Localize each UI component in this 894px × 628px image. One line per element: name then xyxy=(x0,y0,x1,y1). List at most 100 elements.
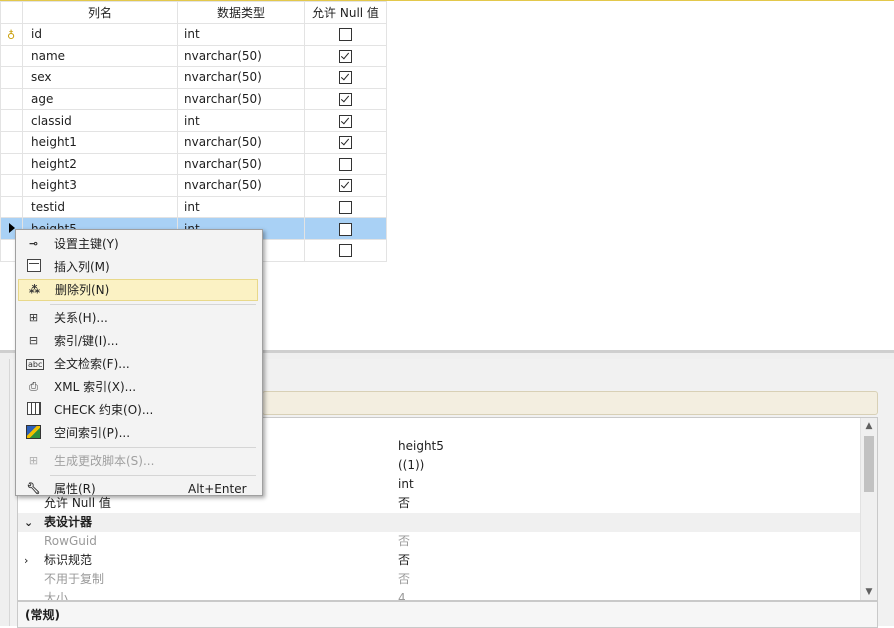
menu-item[interactable]: 插入列(M) xyxy=(18,256,258,278)
column-name-cell[interactable]: height1 xyxy=(22,130,178,154)
column-name-cell[interactable]: testid xyxy=(22,195,178,219)
column-row[interactable]: height1 nvarchar(50) xyxy=(0,130,387,154)
property-row[interactable]: 大小 4 xyxy=(18,589,860,601)
header-column-name[interactable]: 列名 xyxy=(22,1,178,24)
property-value[interactable]: 4 xyxy=(398,589,406,600)
scroll-up-icon[interactable]: ▲ xyxy=(861,418,877,434)
property-name: 表设计器 xyxy=(44,515,93,529)
menu-item[interactable]: CHECK 约束(O)... xyxy=(18,399,258,421)
row-selector[interactable] xyxy=(0,195,23,219)
menu-item[interactable]: ⎙ XML 索引(X)... xyxy=(18,376,258,398)
menu-item[interactable]: ⁂ 删除列(N) xyxy=(18,279,258,301)
property-row[interactable]: RowGuid 否 xyxy=(18,532,860,551)
fulltext-icon: abc xyxy=(26,359,45,370)
column-row[interactable]: sex nvarchar(50) xyxy=(0,66,387,89)
index-key-icon: ⊟ xyxy=(28,334,39,347)
data-type-cell[interactable]: nvarchar(50) xyxy=(177,130,305,154)
allow-null-checkbox[interactable] xyxy=(339,114,352,128)
column-row[interactable]: age nvarchar(50) xyxy=(0,87,387,111)
allow-null-checkbox[interactable] xyxy=(339,49,352,63)
menu-item-label: 关系(H)... xyxy=(54,311,108,325)
column-name-cell[interactable]: height3 xyxy=(22,174,178,197)
scroll-thumb[interactable] xyxy=(864,436,874,492)
property-value[interactable]: 否 xyxy=(398,494,410,513)
properties-toolbar xyxy=(262,391,878,415)
row-selector[interactable] xyxy=(0,174,23,197)
expander-icon[interactable]: ⌄ xyxy=(24,513,33,532)
insert-column-icon xyxy=(26,259,41,274)
column-name-cell[interactable]: height2 xyxy=(22,152,178,176)
property-name: 不用于复制 xyxy=(44,572,105,586)
property-value[interactable]: ((1)) xyxy=(398,456,424,475)
property-scrollbar[interactable]: ▲ ▼ xyxy=(860,418,877,600)
property-value[interactable]: 否 xyxy=(398,551,410,570)
column-name-cell[interactable]: classid xyxy=(22,109,178,132)
property-name: 标识规范 xyxy=(44,553,93,567)
data-type-cell[interactable]: int xyxy=(177,109,305,132)
allow-null-checkbox[interactable] xyxy=(339,157,352,171)
allow-null-checkbox[interactable] xyxy=(339,201,352,215)
menu-item[interactable]: 空间索引(P)... xyxy=(18,422,258,444)
column-row[interactable]: height3 nvarchar(50) xyxy=(0,174,387,197)
row-selector[interactable] xyxy=(0,152,23,176)
column-row[interactable]: height2 nvarchar(50) xyxy=(0,152,387,176)
property-row[interactable]: › 标识规范 否 xyxy=(18,551,860,570)
allow-null-checkbox[interactable] xyxy=(339,93,352,107)
column-name-cell[interactable]: age xyxy=(22,87,178,111)
allow-null-checkbox[interactable] xyxy=(339,136,352,150)
column-row[interactable]: ♀ id int xyxy=(0,23,387,46)
allow-null-checkbox[interactable] xyxy=(339,179,352,193)
data-type-cell[interactable]: nvarchar(50) xyxy=(177,174,305,197)
expander-icon[interactable]: › xyxy=(24,551,28,570)
current-row-arrow-icon xyxy=(8,222,15,233)
row-selector[interactable] xyxy=(0,87,23,111)
key-icon: ⊸ xyxy=(28,237,39,250)
property-value[interactable]: 否 xyxy=(398,570,410,589)
data-type-cell[interactable]: int xyxy=(177,195,305,219)
menu-item[interactable]: ⊞ 关系(H)... xyxy=(18,307,258,329)
header-allow-null[interactable]: 允许 Null 值 xyxy=(304,1,387,24)
menu-item[interactable]: 🔧︎ 属性(R) Alt+Enter xyxy=(18,478,258,500)
column-row[interactable]: classid int xyxy=(0,109,387,132)
column-row[interactable]: name nvarchar(50) xyxy=(0,44,387,68)
row-selector[interactable] xyxy=(0,44,23,68)
row-selector[interactable] xyxy=(0,66,23,89)
allow-null-cell xyxy=(304,44,387,68)
menu-item-label: 全文检索(F)... xyxy=(54,357,130,371)
column-row[interactable]: testid int xyxy=(0,195,387,219)
column-name-cell[interactable]: name xyxy=(22,44,178,68)
column-name-cell[interactable]: id xyxy=(22,23,178,46)
allow-null-checkbox[interactable] xyxy=(339,222,352,236)
property-value[interactable]: int xyxy=(398,475,414,494)
property-row[interactable]: 不用于复制 否 xyxy=(18,570,860,589)
allow-null-checkbox[interactable] xyxy=(339,71,352,85)
allow-null-cell xyxy=(304,109,387,132)
wrench-icon: 🔧︎ xyxy=(26,482,41,495)
scroll-down-icon[interactable]: ▼ xyxy=(861,584,877,600)
property-value[interactable]: 否 xyxy=(398,532,410,551)
row-selector[interactable] xyxy=(0,130,23,154)
property-name: 大小 xyxy=(44,591,69,601)
data-type-cell[interactable]: nvarchar(50) xyxy=(177,66,305,89)
property-category[interactable]: ⌄ 表设计器 xyxy=(18,513,860,532)
header-data-type[interactable]: 数据类型 xyxy=(177,1,305,24)
allow-null-checkbox[interactable] xyxy=(339,28,352,42)
menu-separator xyxy=(50,447,256,448)
data-type-cell[interactable]: nvarchar(50) xyxy=(177,87,305,111)
header-selector xyxy=(0,1,23,24)
columns-body: ♀ id int name nvarchar(50) sex nvarchar(50) age… xyxy=(0,23,387,262)
menu-item-label: XML 索引(X)... xyxy=(54,380,137,394)
data-type-cell[interactable]: nvarchar(50) xyxy=(177,152,305,176)
column-name-cell[interactable]: sex xyxy=(22,66,178,89)
data-type-cell[interactable]: nvarchar(50) xyxy=(177,44,305,68)
row-selector[interactable] xyxy=(0,109,23,132)
menu-item[interactable]: ⊸ 设置主键(Y) xyxy=(18,233,258,255)
header-row: 列名 数据类型 允许 Null 值 xyxy=(0,1,387,24)
menu-item[interactable]: ⊟ 索引/键(I)... xyxy=(18,330,258,352)
menu-item[interactable]: abc 全文检索(F)... xyxy=(18,353,258,375)
data-type-cell[interactable]: int xyxy=(177,23,305,46)
allow-null-checkbox[interactable] xyxy=(339,244,352,258)
property-value[interactable]: height5 xyxy=(398,437,444,456)
row-selector[interactable]: ♀ xyxy=(0,23,23,46)
generate-script-icon: ⊞ xyxy=(28,454,39,467)
